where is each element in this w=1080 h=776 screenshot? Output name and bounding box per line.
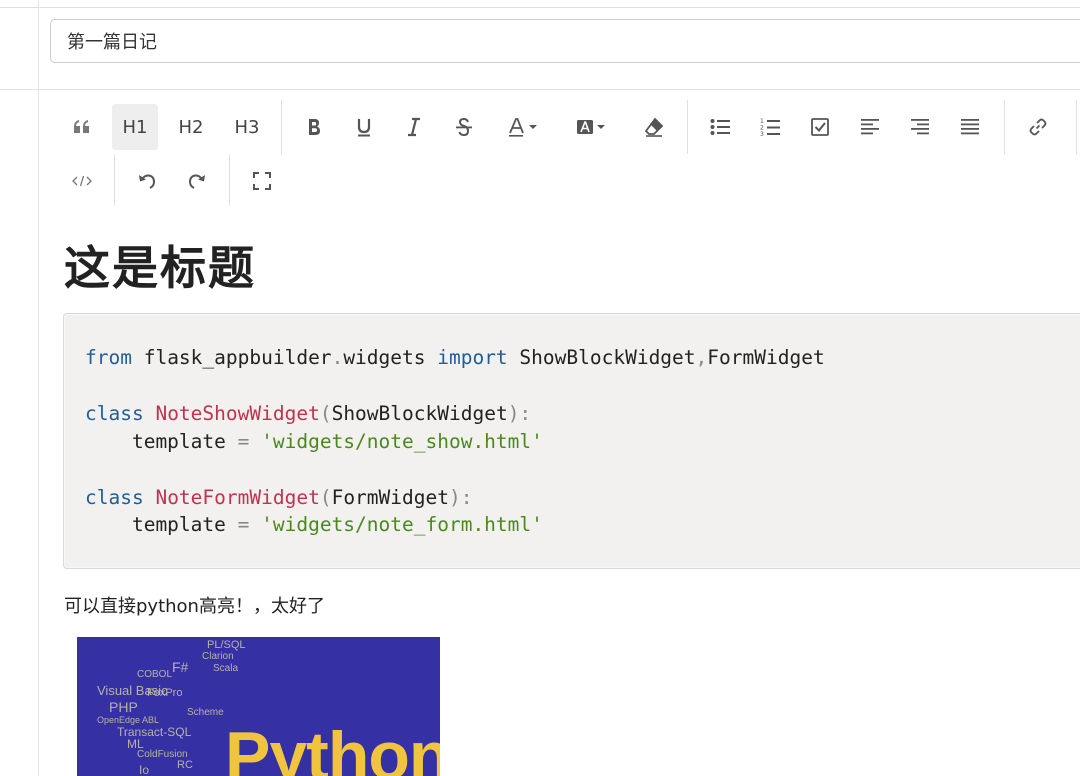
code-content: from flask_appbuilder.widgets import Sho… — [85, 344, 825, 539]
bold-icon — [306, 117, 322, 137]
code-block[interactable]: from flask_appbuilder.widgets import Sho… — [63, 313, 1080, 569]
align-left-icon — [861, 119, 879, 135]
language-word: OpenEdge ABL — [97, 715, 160, 725]
align-left-button[interactable] — [850, 104, 890, 150]
language-word: PL/SQL — [207, 639, 246, 651]
h3-label: H3 — [234, 116, 260, 138]
row-divider — [0, 89, 1080, 90]
code-line: from flask_appbuilder.widgets import Sho… — [85, 346, 825, 369]
align-right-button[interactable] — [900, 104, 940, 150]
link-icon — [1028, 117, 1048, 137]
strikethrough-icon — [455, 117, 473, 137]
fullscreen-button[interactable] — [242, 158, 282, 204]
toolbar-separator — [281, 100, 282, 154]
language-word: F# — [172, 659, 189, 675]
clear-format-button[interactable] — [634, 104, 674, 150]
toolbar-separator — [229, 154, 230, 206]
italic-icon — [406, 117, 422, 137]
bullet-list-button[interactable] — [700, 104, 740, 150]
language-word: RC — [177, 759, 193, 771]
language-word: PHP — [109, 699, 138, 715]
language-word: Scheme — [187, 707, 224, 718]
font-color-button[interactable] — [500, 104, 548, 150]
eraser-icon — [644, 117, 664, 137]
toolbar-separator — [1004, 100, 1005, 154]
numbered-list-icon: 123 — [760, 117, 780, 137]
toolbar-separator — [687, 100, 688, 154]
language-word: Scala — [213, 663, 239, 674]
title-input[interactable] — [50, 19, 1080, 63]
bullet-list-icon — [710, 118, 730, 136]
language-word: FoxPro — [147, 687, 183, 699]
checklist-icon — [810, 117, 830, 137]
left-gutter-rule — [38, 0, 39, 776]
code-button[interactable] — [62, 158, 102, 204]
checklist-button[interactable] — [800, 104, 840, 150]
language-word: Io — [139, 763, 150, 776]
code-line: template = 'widgets/note_show.html' — [85, 429, 543, 453]
top-border — [0, 7, 1080, 8]
underline-button[interactable] — [344, 104, 384, 150]
toolbar-separator — [1076, 100, 1077, 154]
code-line: class NoteShowWidget(ShowBlockWidget): — [85, 401, 532, 425]
language-word: COBOL — [137, 669, 173, 680]
undo-icon — [137, 172, 157, 190]
code-line: class NoteFormWidget(FormWidget): — [85, 485, 473, 509]
align-justify-button[interactable] — [950, 104, 990, 150]
h1-label: H1 — [122, 116, 148, 138]
heading-2-button[interactable]: H2 — [168, 104, 214, 150]
editor-page: H1 H2 H3 — [0, 0, 1080, 776]
underline-icon — [356, 117, 372, 137]
code-line: template = 'widgets/note_form.html' — [85, 513, 543, 537]
redo-button[interactable] — [177, 158, 217, 204]
undo-button[interactable] — [127, 158, 167, 204]
heading-3-button[interactable]: H3 — [224, 104, 270, 150]
align-justify-icon — [961, 119, 979, 135]
toolbar-separator — [114, 154, 115, 206]
link-button[interactable] — [1018, 104, 1058, 150]
redo-icon — [187, 172, 207, 190]
content-heading: 这是标题 — [64, 241, 256, 295]
python-logo-image: PL/SQL Clarion Scala F# COBOL Visual Basic Fox… — [77, 637, 440, 776]
align-right-icon — [911, 119, 929, 135]
svg-text:3: 3 — [760, 131, 764, 137]
fullscreen-icon — [253, 172, 271, 190]
h2-label: H2 — [178, 116, 204, 138]
background-color-button[interactable] — [568, 104, 616, 150]
bold-button[interactable] — [294, 104, 334, 150]
numbered-list-button[interactable]: 123 — [750, 104, 790, 150]
italic-button[interactable] — [394, 104, 434, 150]
python-word: Python — [225, 718, 440, 776]
blockquote-button[interactable] — [62, 104, 102, 150]
heading-1-button[interactable]: H1 — [112, 104, 158, 150]
background-color-icon — [575, 117, 609, 137]
code-icon — [72, 175, 92, 187]
language-word: Clarion — [202, 651, 234, 662]
strikethrough-button[interactable] — [444, 104, 484, 150]
content-paragraph: 可以直接python高亮！，太好了 — [64, 596, 325, 617]
quote-icon — [73, 119, 91, 135]
font-color-icon — [507, 117, 541, 137]
